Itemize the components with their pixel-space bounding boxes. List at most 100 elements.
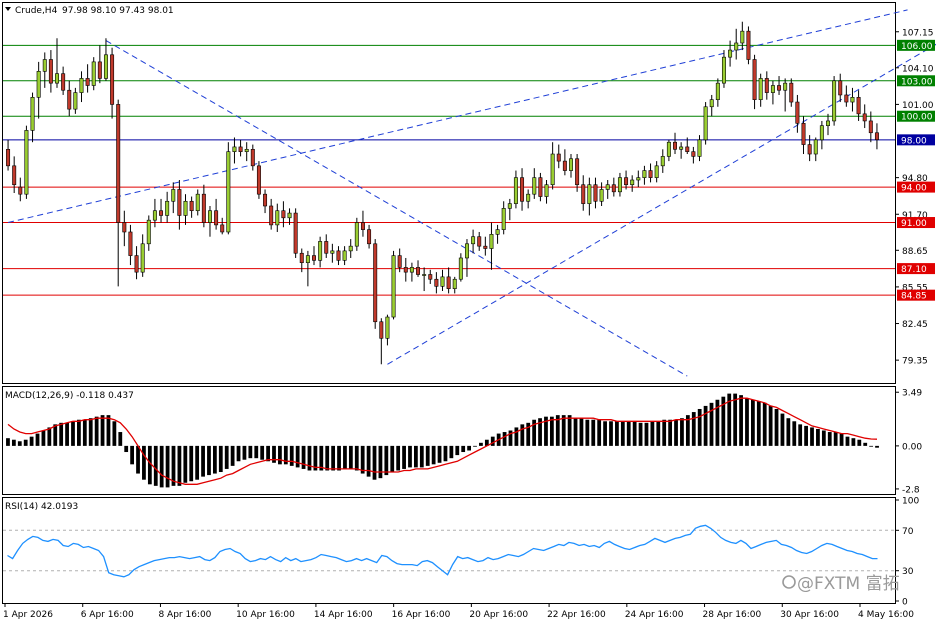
candle-body (850, 97, 855, 103)
macd-bar (236, 445, 241, 462)
level-tag-4: 94.00 (901, 184, 927, 194)
candle-body (660, 156, 665, 167)
candle-body (666, 141, 671, 157)
macd-bar (295, 445, 300, 468)
candle-body (746, 30, 751, 60)
level-tags: 106.00 103.00 100.00 98.00 94.00 91.00 87.10 84… (897, 39, 935, 302)
candle-body (507, 203, 512, 209)
time-tick-9: 28 Apr 16:00 (703, 610, 762, 620)
macd-bar (668, 419, 673, 446)
candle-body (140, 243, 145, 273)
macd-bar (473, 445, 477, 447)
candle-body (556, 153, 561, 162)
level-tag-6: 87.10 (901, 265, 927, 275)
macd-bar (212, 445, 217, 474)
macd-bar (437, 445, 442, 463)
macd-tick-2: -2.8 (902, 485, 920, 495)
macd-bar (419, 445, 424, 468)
candle-body (367, 229, 372, 245)
candle (91, 57, 96, 91)
candle (24, 125, 29, 199)
candle-body (495, 229, 500, 235)
candle-body (715, 82, 720, 100)
candle-body (385, 316, 390, 339)
macd-bar (189, 445, 194, 482)
candle-body (599, 189, 604, 202)
candle-body (134, 255, 139, 273)
macd-bar (390, 445, 395, 473)
candle-body (207, 210, 212, 223)
macd-bar (674, 419, 678, 446)
candle-body (826, 120, 830, 126)
candle-body (856, 97, 861, 115)
macd-bar (77, 419, 81, 446)
candle (373, 239, 378, 329)
time-tick-7: 22 Apr 16:00 (547, 610, 606, 620)
candle-body (501, 208, 506, 230)
candle-body (42, 59, 47, 72)
chart-root: 107.15104.10101.0094.8091.7088.6585.5582… (2, 2, 936, 620)
candle-body (269, 205, 274, 226)
candle-body (416, 267, 421, 275)
candle-body (819, 125, 824, 141)
macd-bar (792, 421, 797, 446)
candle-body (550, 153, 555, 186)
candle-body (862, 113, 867, 122)
time-tick-1: 6 Apr 16:00 (81, 610, 134, 620)
candle-body (636, 177, 641, 181)
candle-body (764, 78, 769, 93)
macd-bar (343, 445, 347, 469)
macd-bar (106, 415, 111, 446)
time-tick-3: 10 Apr 16:00 (236, 610, 295, 620)
macd-bar (591, 419, 596, 446)
macd-bar (337, 445, 341, 471)
macd-bar (573, 418, 578, 446)
macd-bar (620, 421, 625, 446)
candle-body (128, 231, 133, 256)
macd-bar (561, 415, 566, 446)
macd-bar (626, 421, 631, 446)
macd-bar (650, 421, 655, 446)
candle-body (520, 177, 525, 202)
main-plot-frame (2, 2, 896, 384)
candle-body (679, 146, 684, 150)
candle-body (728, 49, 733, 58)
macd-bar (768, 405, 773, 446)
candle-body (642, 170, 647, 178)
macd-bar (449, 445, 454, 459)
macd-bar (609, 421, 613, 446)
candle-body (617, 177, 622, 193)
candle-body (244, 148, 249, 152)
candle-body (838, 80, 843, 96)
rsi-tick-0: 100 (902, 497, 919, 507)
price-tick-2: 101.00 (902, 101, 934, 111)
candle-body (379, 321, 384, 339)
candle-body (611, 184, 616, 193)
candle-body (238, 146, 243, 152)
candle-body (189, 200, 194, 212)
macd-bar (230, 445, 235, 466)
macd-bar (366, 445, 371, 477)
macd-bar (839, 433, 844, 446)
candle-body (483, 245, 488, 249)
candle-body (336, 250, 341, 261)
macd-bar (266, 445, 270, 462)
candle-body (440, 276, 445, 287)
macd-bar (745, 398, 749, 446)
candle-body (79, 78, 84, 93)
candle-body (171, 189, 176, 202)
candle-body (85, 78, 90, 86)
macd-bar (567, 415, 572, 446)
candle-body (452, 278, 457, 289)
macd-bar (549, 416, 554, 446)
macd-bar (224, 445, 229, 469)
candle-body (868, 120, 873, 134)
macd-bar (425, 445, 430, 466)
candle-body (330, 250, 335, 254)
macd-bar (691, 412, 696, 446)
macd-bar (112, 421, 117, 446)
macd-bar (798, 424, 803, 446)
macd-bar (201, 445, 205, 477)
price-tick-5: 88.65 (902, 247, 928, 257)
candle-body (48, 59, 53, 84)
